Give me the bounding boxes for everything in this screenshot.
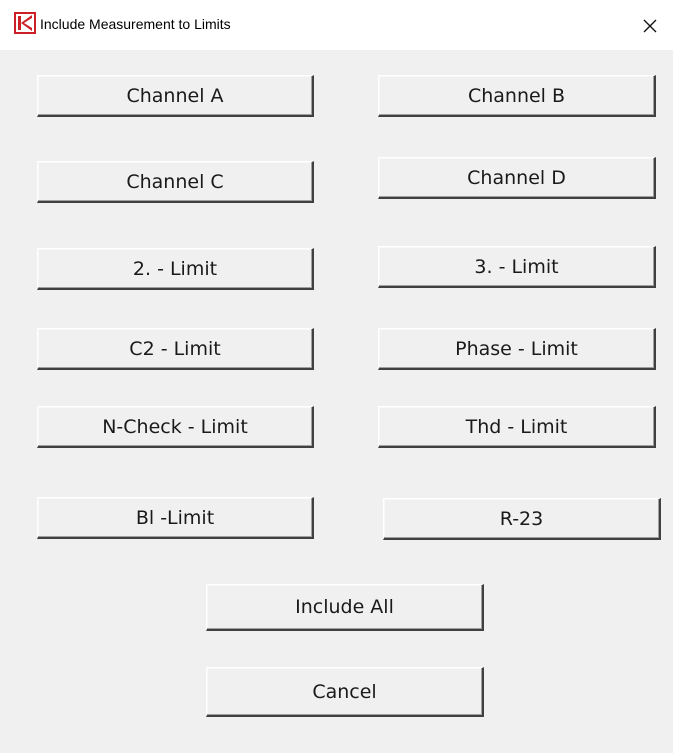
n-check-limit-button[interactable]: N-Check - Limit bbox=[37, 406, 314, 448]
limit-2-button[interactable]: 2. - Limit bbox=[37, 248, 314, 290]
cancel-button[interactable]: Cancel bbox=[206, 667, 484, 717]
channel-d-button[interactable]: Channel D bbox=[378, 157, 656, 199]
thd-limit-button[interactable]: Thd - Limit bbox=[378, 406, 656, 448]
channel-a-button[interactable]: Channel A bbox=[37, 75, 314, 117]
r-23-button[interactable]: R-23 bbox=[383, 498, 661, 540]
klippel-logo-icon bbox=[14, 12, 36, 34]
phase-limit-button[interactable]: Phase - Limit bbox=[378, 328, 656, 370]
dialog-window: Include Measurement to Limits Channel A … bbox=[0, 0, 673, 753]
bl-limit-button[interactable]: Bl -Limit bbox=[37, 497, 314, 539]
channel-b-button[interactable]: Channel B bbox=[378, 75, 656, 117]
include-all-button[interactable]: Include All bbox=[206, 584, 484, 631]
c2-limit-button[interactable]: C2 - Limit bbox=[37, 328, 314, 370]
title-bar[interactable]: Include Measurement to Limits bbox=[0, 0, 673, 50]
limit-3-button[interactable]: 3. - Limit bbox=[378, 246, 656, 288]
window-title: Include Measurement to Limits bbox=[40, 16, 231, 32]
close-icon bbox=[642, 18, 658, 34]
channel-c-button[interactable]: Channel C bbox=[37, 161, 314, 203]
close-button[interactable] bbox=[630, 8, 670, 44]
